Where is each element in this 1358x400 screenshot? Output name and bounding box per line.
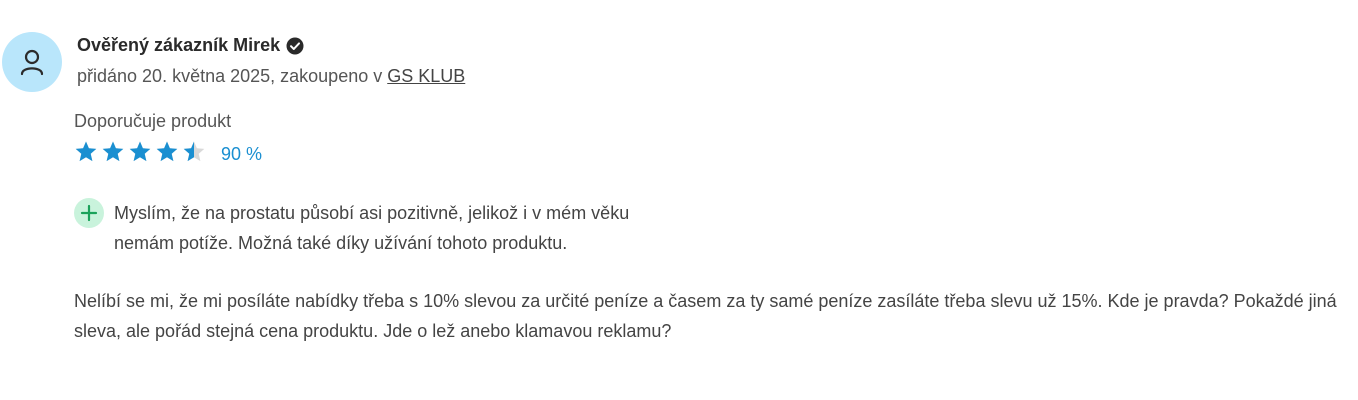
star-icon [183,141,205,162]
pro-item: Myslím, že na prostatu působí asi poziti… [74,198,674,258]
store-link[interactable]: GS KLUB [387,66,465,86]
avatar [2,32,62,92]
recommendation-label: Doporučuje produkt [74,111,232,131]
star-icon [102,141,124,162]
author-row: Ověřený zákazník Mirek [77,35,304,56]
review-text: Nelíbí se mi, že mi posíláte nabídky tře… [74,291,1337,341]
pro-text: Myslím, že na prostatu působí asi poziti… [114,203,630,253]
review-meta: přidáno 20. května 2025, zakoupeno v GS … [77,66,465,87]
author-name: Ověřený zákazník Mirek [77,35,281,55]
star-icon [75,141,97,162]
plus-icon [74,198,104,228]
star-icon [156,141,178,162]
star-rating [74,140,209,169]
rating: 90 % [74,140,262,169]
review-card: Ověřený zákazník Mirek přidáno 20. květn… [0,0,1358,400]
user-icon [20,49,44,76]
rating-percent: 90 % [221,144,263,164]
star-icon [129,141,151,162]
review-date: přidáno 20. května 2025, zakoupeno v [77,66,388,86]
check-badge-icon [286,37,304,55]
